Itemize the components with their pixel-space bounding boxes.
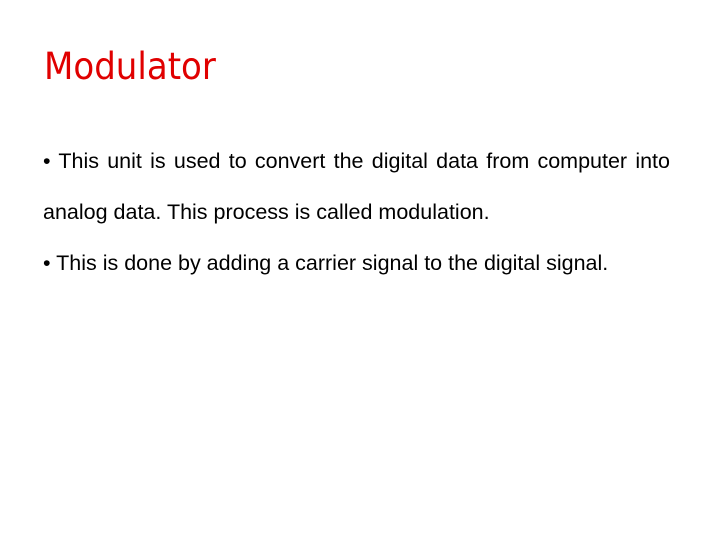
bullet-item: • This is done by adding a carrier signa…	[43, 251, 609, 275]
bullet-item: • This unit is used to convert the digit…	[43, 149, 670, 224]
slide-body: • This unit is used to convert the digit…	[43, 136, 670, 289]
slide-title: Modulator	[44, 45, 216, 88]
